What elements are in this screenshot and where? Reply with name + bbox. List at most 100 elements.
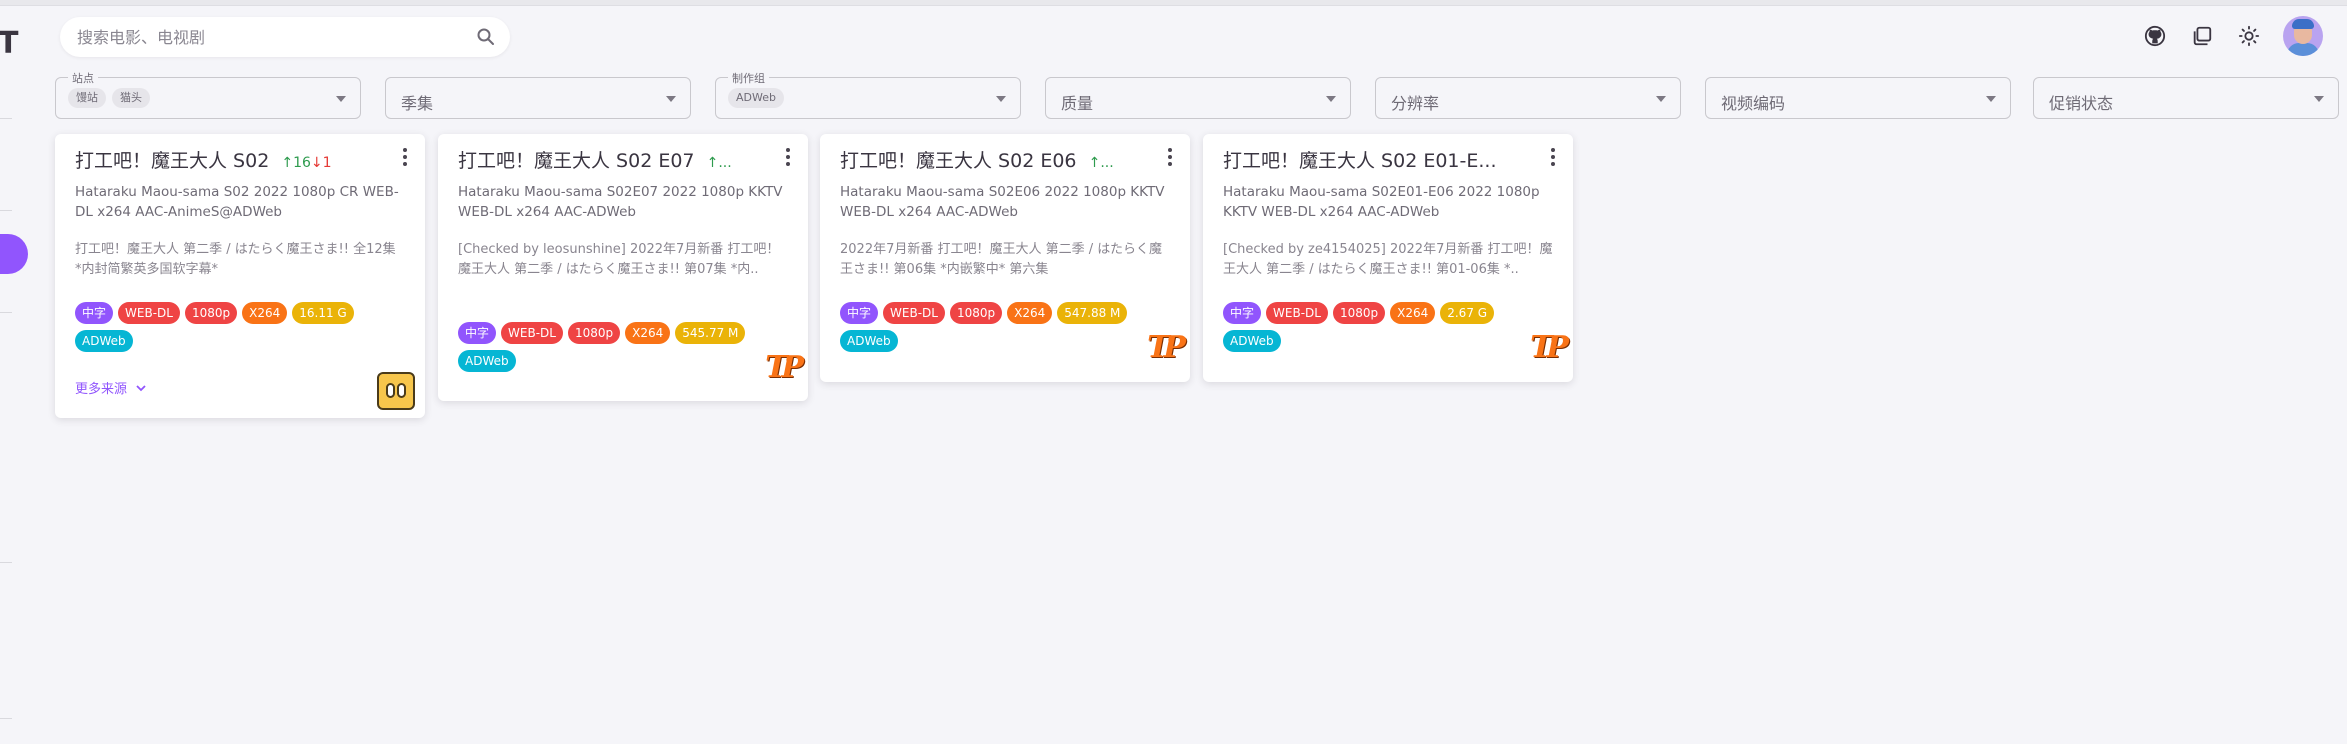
tag-badge: X264 [242,302,288,324]
filter-placeholder: 分辨率 [1391,94,1440,113]
torrent-card[interactable]: 打工吧！魔王大人 S02 E01-E... Hataraku Maou-sama… [1203,134,1573,382]
nav-divider [0,118,12,119]
avatar[interactable] [2283,16,2323,56]
chevron-down-icon [1656,96,1666,102]
tag-badge: 545.77 M [675,322,746,344]
tag-badge: 1080p [567,322,621,344]
card-description: [Checked by ze4154025] 2022年7月新番 打工吧！魔王大… [1223,242,1553,277]
chevron-down-icon [1986,96,1996,102]
more-sources-label: 更多来源 [75,382,128,397]
tag-badge: 中字 [75,302,114,324]
pt-logo-icon: TP [1147,330,1186,365]
tag-list: 中字 WEB-DL 1080p X264 547.88 M ADWeb [840,302,1150,352]
tag-badge: 2.67 G [1440,302,1495,324]
tag-badge: 547.88 M [1057,302,1128,324]
nav-divider [0,562,12,563]
card-subtitle: Hataraku Maou-sama S02E07 2022 1080p KKT… [458,184,783,220]
filter-legend: 制作组 [728,70,769,86]
chevron-down-icon [996,96,1006,102]
card-subtitle: Hataraku Maou-sama S02E01-E06 2022 1080p… [1223,184,1540,220]
filter-bar: 站点 馒站 猫头 季集 制作组 ADWeb 质量 分辨率 视频编码 促销状态 [55,70,2339,121]
filter-resolution[interactable]: 分辨率 [1375,77,1681,119]
card-description: 2022年7月新番 打工吧！魔王大人 第二季 / はたらく魔王さま!! 第06集… [840,242,1163,277]
more-vert-icon[interactable] [786,148,790,166]
card-title: 打工吧！魔王大人 S02 E01-E... [1223,150,1497,172]
torrent-card[interactable]: 打工吧！魔王大人 S02 E07 ↑... Hataraku Maou-sama… [438,134,808,401]
chevron-down-icon [666,96,676,102]
filter-chip[interactable]: ADWeb [728,88,784,108]
torrent-card[interactable]: 打工吧！魔王大人 S02 E06 ↑... Hataraku Maou-sama… [820,134,1190,382]
top-border [0,0,2347,6]
seeders-count: ↑... [706,155,732,171]
tag-badge: 中字 [1223,302,1262,324]
more-vert-icon[interactable] [403,148,407,166]
active-nav-indicator[interactable] [0,234,28,274]
search-icon[interactable] [476,27,496,47]
robot-logo-icon [377,372,415,410]
filter-placeholder: 促销状态 [2049,94,2114,113]
toolbar-actions [2142,16,2323,56]
leechers-count: ↓1 [310,155,332,171]
card-subtitle: Hataraku Maou-sama S02 2022 1080p CR WEB… [75,184,399,220]
tag-badge: X264 [625,322,671,344]
github-icon[interactable] [2142,23,2168,49]
pt-logo-icon: TP [1530,330,1569,365]
filter-release-group[interactable]: 制作组 ADWeb [715,70,1021,119]
tag-badge: 1080p [1332,302,1386,324]
filter-placeholder: 季集 [401,94,434,113]
card-subtitle: Hataraku Maou-sama S02E06 2022 1080p KKT… [840,184,1165,220]
card-title: 打工吧！魔王大人 S02 E06 ↑... [840,150,1114,172]
filter-chip[interactable]: 猫头 [112,88,150,108]
chevron-down-icon [136,384,146,391]
tag-badge: 中字 [458,322,497,344]
card-description: [Checked by leosunshine] 2022年7月新番 打工吧！魔… [458,242,780,277]
tag-list: 中字 WEB-DL 1080p X264 16.11 G ADWeb [75,302,385,352]
chevron-down-icon [1326,96,1336,102]
tag-list: 中字 WEB-DL 1080p X264 2.67 G ADWeb [1223,302,1533,352]
tag-badge: 16.11 G [292,302,354,324]
more-sources-link[interactable]: 更多来源 [75,378,147,397]
tag-badge: ADWeb [840,330,898,352]
tag-list: 中字 WEB-DL 1080p X264 545.77 M ADWeb [458,322,768,372]
tag-badge: WEB-DL [501,322,563,344]
more-vert-icon[interactable] [1551,148,1555,166]
filter-chip[interactable]: 馒站 [68,88,106,108]
filter-legend: 站点 [68,70,98,86]
seeders-count: ↑... [1088,155,1114,171]
filter-season[interactable]: 季集 [385,77,691,119]
tag-badge: 1080p [949,302,1003,324]
tag-badge: WEB-DL [1266,302,1328,324]
search-input[interactable] [75,26,469,48]
left-rail: T [0,0,28,744]
card-description: 打工吧！魔王大人 第二季 / はたらく魔王さま!! 全12集 *内封简繁英多国软… [75,242,396,277]
nav-divider [0,718,12,719]
card-title: 打工吧！魔王大人 S02 E07 ↑... [458,150,732,172]
tag-badge: WEB-DL [883,302,945,324]
tag-badge: ADWeb [1223,330,1281,352]
tag-badge: 中字 [840,302,879,324]
filter-promotion[interactable]: 促销状态 [2033,77,2339,119]
filter-video-codec[interactable]: 视频编码 [1705,77,2011,119]
search-box [60,17,510,57]
copy-icon[interactable] [2189,23,2215,49]
tag-badge: ADWeb [75,330,133,352]
seeders-count: ↑16 [281,155,311,171]
more-vert-icon[interactable] [1168,148,1172,166]
tag-badge: WEB-DL [118,302,180,324]
chevron-down-icon [2314,96,2324,102]
chevron-down-icon [336,96,346,102]
card-title: 打工吧！魔王大人 S02 ↑16↓1 [75,150,332,172]
filter-placeholder: 质量 [1061,94,1094,113]
torrent-card[interactable]: 打工吧！魔王大人 S02 ↑16↓1 Hataraku Maou-sama S0… [55,134,425,418]
sun-icon[interactable] [2236,23,2262,49]
tag-badge: X264 [1390,302,1436,324]
tag-badge: 1080p [184,302,238,324]
tag-badge: X264 [1007,302,1053,324]
tag-badge: ADWeb [458,350,516,372]
pt-logo-icon: TP [765,350,804,385]
nav-divider [0,210,12,211]
app-logo[interactable]: T [0,26,18,61]
filter-site[interactable]: 站点 馒站 猫头 [55,70,361,119]
nav-divider [0,312,12,313]
filter-quality[interactable]: 质量 [1045,77,1351,119]
